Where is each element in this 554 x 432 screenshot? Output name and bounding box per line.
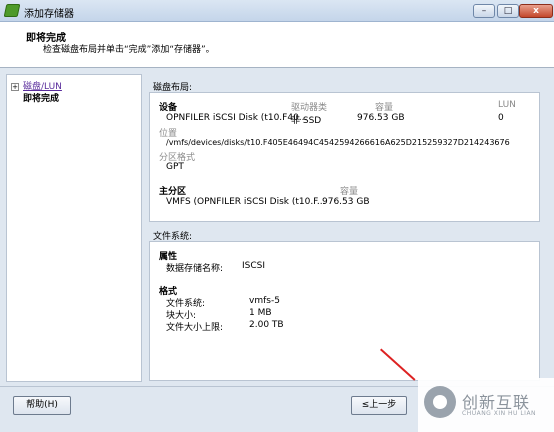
wizard-nav: + 磁盘/LUN 即将完成 bbox=[6, 74, 142, 382]
disk-layout-box: 设备 驱动器类 容量 LUN OPNFILER iSCSI Disk (t10.… bbox=[149, 92, 540, 222]
minimize-button[interactable]: – bbox=[473, 4, 495, 18]
expand-icon[interactable]: + bbox=[11, 82, 19, 91]
device-name: OPNFILER iSCSI Disk (t10.F40... bbox=[166, 113, 308, 123]
maximize-button[interactable]: □ bbox=[497, 4, 519, 18]
watermark: 创新互联 CHUANG XIN HU LIAN bbox=[418, 378, 554, 432]
help-button[interactable]: 帮助(H) bbox=[13, 396, 71, 415]
back-button[interactable]: ≤上一步 bbox=[351, 396, 407, 415]
block-size-value: 1 MB bbox=[249, 308, 272, 318]
window-title: 添加存储器 bbox=[24, 9, 74, 20]
primary-partition-name: VMFS (OPNFILER iSCSI Disk (t10.F... bbox=[166, 197, 326, 207]
device-lun: 0 bbox=[498, 113, 504, 123]
primary-capacity: 976.53 GB bbox=[322, 197, 370, 207]
filesystem-panel: 文件系统: 属性 数据存储名称: ISCSI 格式 文件系统: vmfs-5 块… bbox=[149, 229, 540, 384]
primary-capacity-header: 容量 bbox=[340, 187, 359, 197]
disk-layout-panel: 磁盘布局: 设备 驱动器类 容量 LUN OPNFILER iSCSI Disk… bbox=[149, 80, 540, 224]
max-file-size-label: 文件大小上限: bbox=[166, 323, 224, 333]
drive-type-header: 驱动器类 bbox=[291, 103, 328, 113]
app-icon bbox=[3, 4, 21, 17]
drive-type: 非 SSD bbox=[291, 116, 322, 126]
datastore-name-value: ISCSI bbox=[242, 261, 266, 271]
capacity-header: 容量 bbox=[375, 103, 394, 113]
title-bar: 添加存储器 – □ x bbox=[0, 0, 554, 22]
filesystem-box: 属性 数据存储名称: ISCSI 格式 文件系统: vmfs-5 块大小: 1 … bbox=[149, 241, 540, 381]
primary-partition-header: 主分区 bbox=[159, 187, 187, 197]
datastore-name-label: 数据存储名称: bbox=[166, 264, 224, 274]
close-button[interactable]: x bbox=[519, 4, 553, 18]
device-capacity: 976.53 GB bbox=[357, 113, 405, 123]
device-header: 设备 bbox=[159, 103, 178, 113]
max-file-size-value: 2.00 TB bbox=[249, 320, 284, 330]
page-subtitle: 检查磁盘布局并单击“完成”添加“存储器”。 bbox=[43, 45, 215, 55]
nav-item-ready-to-complete: 即将完成 bbox=[23, 94, 60, 104]
location-value: /vmfs/devices/disks/t10.F405E46494C45425… bbox=[166, 138, 510, 147]
lun-header: LUN bbox=[498, 100, 516, 110]
wizard-header: 即将完成 检查磁盘布局并单击“完成”添加“存储器”。 bbox=[0, 22, 554, 68]
watermark-en: CHUANG XIN HU LIAN bbox=[462, 410, 537, 417]
fs-value: vmfs-5 bbox=[249, 296, 280, 306]
watermark-logo-icon bbox=[424, 386, 456, 418]
partition-format-value: GPT bbox=[166, 162, 184, 172]
